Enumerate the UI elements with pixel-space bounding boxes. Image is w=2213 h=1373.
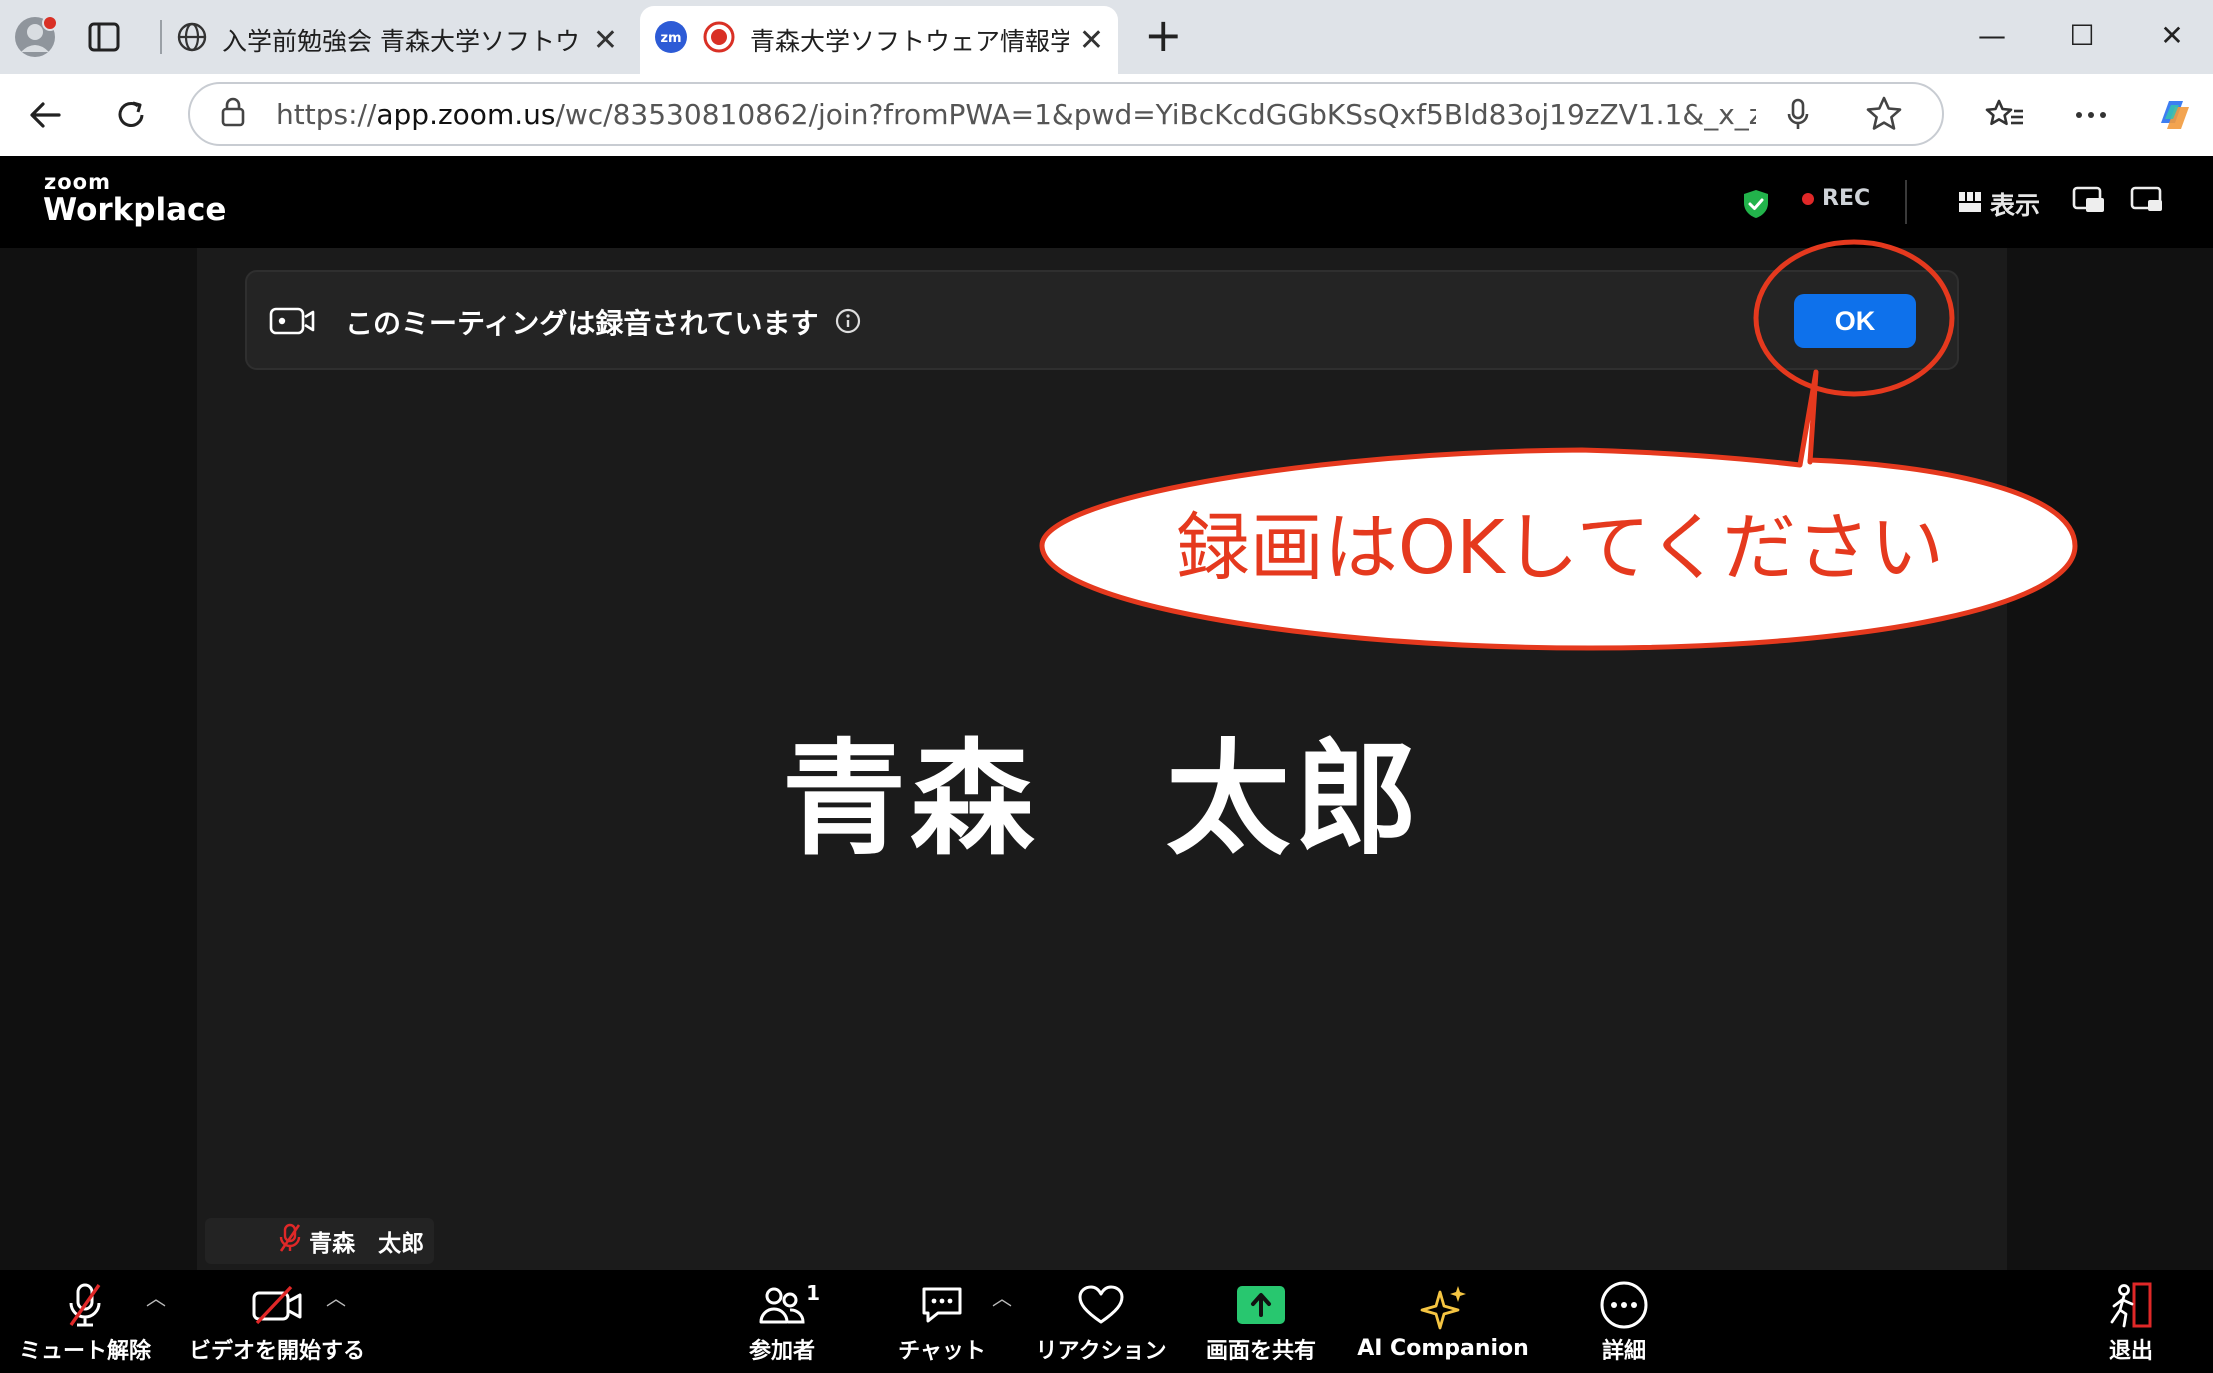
zoom-logo-small: zoom	[44, 170, 111, 194]
heart-icon	[1077, 1279, 1125, 1331]
meeting-controls: ミュート解除 ︿ ビデオを開始する ︿ 1 参加者 チャット ︿ リアクション …	[0, 1270, 2213, 1373]
lock-icon[interactable]	[220, 97, 246, 131]
minimize-button[interactable]: —	[1946, 0, 2038, 70]
participants-button[interactable]: 1 参加者	[730, 1270, 834, 1373]
participant-display-name: 青森 太郎	[781, 728, 1422, 872]
reactions-button[interactable]: リアクション	[1036, 1270, 1166, 1373]
unmute-label: ミュート解除	[18, 1338, 151, 1364]
more-label: 詳細	[1601, 1338, 1646, 1364]
view-button[interactable]: 表示	[1958, 186, 2040, 222]
camera-recording-icon	[269, 306, 315, 340]
tab-actions-icon[interactable]	[88, 22, 120, 52]
chat-label: チャット	[898, 1338, 986, 1364]
url-host: app.zoom.us	[376, 97, 556, 131]
recording-notice-text: このミーティングは録音されています	[345, 307, 819, 340]
view-label: 表示	[1990, 191, 2041, 220]
start-video-label: ビデオを開始する	[189, 1338, 366, 1364]
browser-toolbar: https://app.zoom.us/wc/83530810862/join?…	[0, 74, 2213, 156]
favorite-star-icon[interactable]	[1864, 94, 1904, 138]
recording-notice-banner: このミーティングは録音されています OK	[245, 270, 1959, 370]
tab-title: 青森大学ソフトウェア情報学部入学前勉強会	[750, 27, 1069, 56]
video-off-icon	[251, 1279, 303, 1331]
more-dots-icon	[1599, 1279, 1649, 1331]
copilot-icon[interactable]	[2148, 88, 2202, 142]
address-bar[interactable]: https://app.zoom.us/wc/83530810862/join?…	[188, 82, 1944, 146]
url-text[interactable]: https://app.zoom.us/wc/83530810862/join?…	[276, 98, 1756, 131]
tab-title: 入学前勉強会 青森大学ソフトウェア情報学部	[222, 27, 583, 56]
video-options-caret-icon[interactable]: ︿	[326, 1282, 346, 1311]
ai-companion-label: AI Companion	[1357, 1336, 1529, 1361]
zoom-favicon-icon: zm	[654, 20, 688, 60]
microphone-muted-icon	[65, 1279, 105, 1331]
leave-door-icon	[2106, 1279, 2156, 1331]
participants-icon: 1	[758, 1279, 820, 1331]
info-icon[interactable]	[835, 308, 861, 338]
chat-options-caret-icon[interactable]: ︿	[992, 1282, 1012, 1311]
tab-close-icon[interactable]: ✕	[593, 23, 618, 58]
recording-indicator-icon	[702, 20, 736, 60]
ai-companion-button[interactable]: AI Companion	[1357, 1270, 1529, 1373]
share-screen-button[interactable]: 画面を共有	[1196, 1270, 1326, 1373]
maximize-button[interactable]: ☐	[2036, 0, 2128, 70]
close-window-button[interactable]: ✕	[2126, 0, 2213, 70]
audio-options-caret-icon[interactable]: ︿	[146, 1282, 166, 1311]
participant-count-badge: 1	[806, 1280, 820, 1305]
tab-zoom-meeting[interactable]: zm 青森大学ソフトウェア情報学部入学前勉強会 ✕	[640, 6, 1118, 74]
participants-label: 参加者	[748, 1338, 815, 1364]
header-divider	[1905, 180, 1907, 224]
name-tag-label: 青森 太郎	[309, 1231, 425, 1257]
ai-sparkle-icon	[1418, 1282, 1468, 1334]
favorites-icon[interactable]	[1978, 88, 2032, 142]
zoom-header: zoom Workplace REC 表示	[0, 156, 2213, 248]
svg-text:zm: zm	[660, 31, 681, 46]
recording-status[interactable]: REC	[1802, 186, 1870, 211]
minimize-window-icon[interactable]	[2130, 186, 2164, 214]
pip-icon[interactable]	[2072, 186, 2106, 214]
url-path: /wc/83530810862/join?fromPWA=1&pwd=YiBcK…	[555, 97, 1756, 131]
chat-bubble-icon	[918, 1279, 966, 1331]
leave-button[interactable]: 退出	[2086, 1270, 2176, 1373]
more-button[interactable]: 詳細	[1572, 1270, 1676, 1373]
tab-entrance-study[interactable]: 入学前勉強会 青森大学ソフトウェア情報学部 ✕	[162, 6, 632, 74]
browser-tab-strip: 入学前勉強会 青森大学ソフトウェア情報学部 ✕ zm 青森大学ソフトウェア情報学…	[0, 0, 2213, 74]
tab-close-icon[interactable]: ✕	[1079, 23, 1104, 58]
zoom-logo-workplace: Workplace	[43, 192, 227, 228]
leave-label: 退出	[2108, 1338, 2153, 1364]
rec-label: REC	[1822, 186, 1871, 211]
callout-text: 録画はOKしてください	[1175, 505, 1945, 591]
profile-avatar-icon[interactable]	[12, 14, 58, 60]
new-tab-button[interactable]: +	[1144, 8, 1183, 62]
unmute-button[interactable]: ミュート解除	[18, 1270, 152, 1373]
participant-name-tag: 青森 太郎	[205, 1218, 435, 1264]
chat-button[interactable]: チャット	[890, 1270, 994, 1373]
video-stage: このミーティングは録音されています OK 青森 太郎 青森 太郎	[197, 248, 2007, 1270]
url-prefix: https://	[276, 97, 377, 131]
back-icon[interactable]	[18, 88, 72, 142]
share-screen-label: 画面を共有	[1205, 1338, 1316, 1364]
recording-ok-button[interactable]: OK	[1794, 294, 1916, 348]
recording-dot-icon	[1802, 192, 1814, 205]
view-grid-icon	[1958, 190, 1982, 219]
reload-icon[interactable]	[104, 88, 158, 142]
reactions-label: リアクション	[1035, 1338, 1167, 1364]
share-screen-icon	[1236, 1279, 1286, 1331]
encryption-shield-icon[interactable]	[1742, 188, 1770, 220]
microphone-icon[interactable]	[1786, 98, 1810, 136]
more-menu-icon[interactable]	[2064, 88, 2118, 142]
zoom-web-app: zoom Workplace REC 表示 このミーティングは録音されています …	[0, 156, 2213, 1373]
globe-icon	[176, 21, 208, 59]
